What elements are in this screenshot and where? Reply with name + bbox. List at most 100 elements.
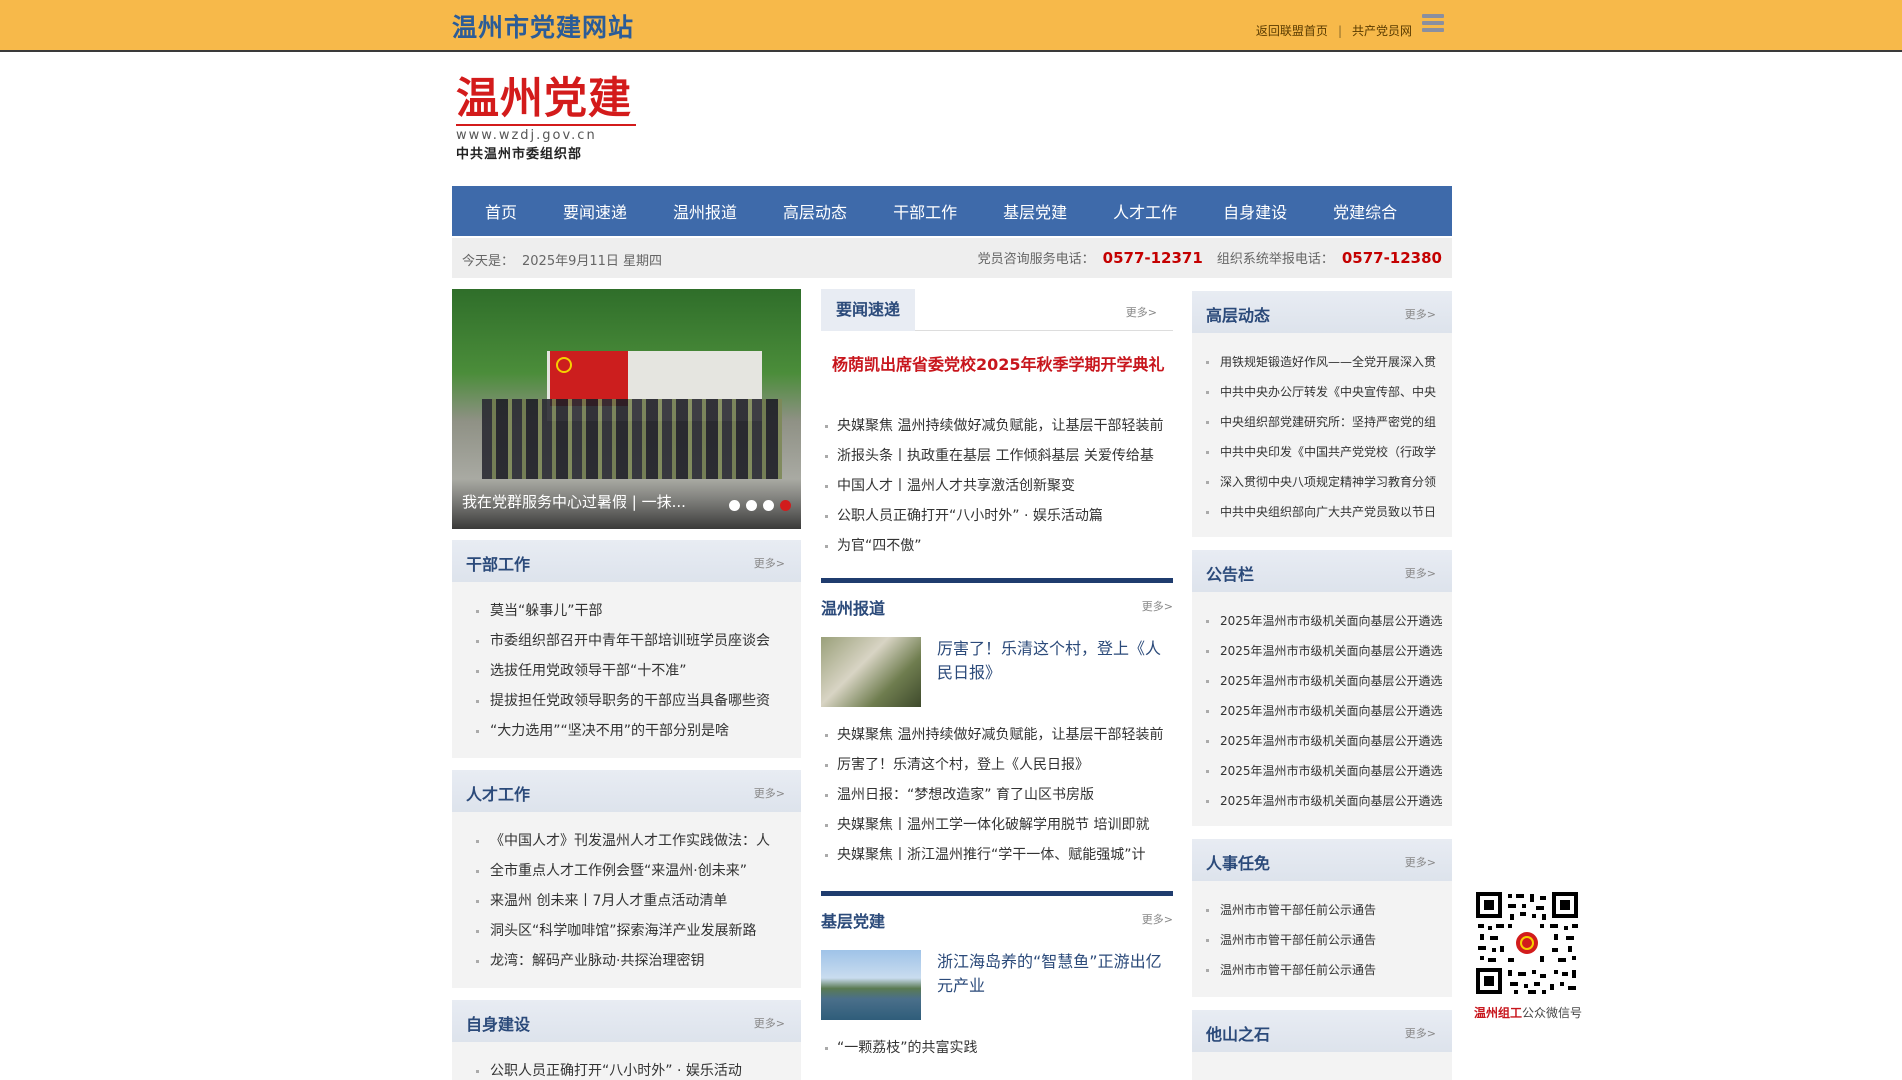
section-title[interactable]: 基层党建: [821, 908, 885, 932]
slider-dot-active[interactable]: [780, 500, 791, 511]
list-item[interactable]: 温州市市管干部任前公示通告: [1204, 895, 1452, 925]
wenzhou-report-feature[interactable]: 厉害了！乐清这个村，登上《人民日报》: [821, 637, 1173, 709]
more-link[interactable]: 更多>: [1405, 1025, 1436, 1041]
nav-item-wenzhou-report[interactable]: 温州报道: [650, 199, 760, 223]
list-item[interactable]: 2025年温州市市级机关面向基层公开遴选: [1204, 696, 1452, 726]
list-item[interactable]: 中央组织部党建研究所：坚持严密党的组: [1204, 407, 1452, 437]
more-link[interactable]: 更多>: [1405, 565, 1436, 581]
slider-dot[interactable]: [746, 500, 757, 511]
wenzhou-report-header: 温州报道 更多>: [821, 578, 1173, 619]
appointments-panel-header: 人事任免 更多>: [1192, 839, 1452, 881]
slider-caption[interactable]: 我在党群服务中心过暑假 | 一抹...: [462, 491, 686, 512]
divider: |: [1337, 23, 1342, 38]
list-item[interactable]: 公职人员正确打开“八小时外” · 娱乐活动篇: [821, 501, 1173, 531]
list-item[interactable]: 中国人才丨温州人才共享激活创新聚变: [821, 471, 1173, 501]
list-item[interactable]: 中共中央办公厅转发《中央宣传部、中央: [1204, 377, 1452, 407]
more-link[interactable]: 更多>: [1405, 854, 1436, 870]
hamburger-menu-icon[interactable]: [1422, 14, 1444, 36]
list-item[interactable]: 2025年温州市市级机关面向基层公开遴选: [1204, 636, 1452, 666]
panel-title[interactable]: 人才工作: [466, 781, 530, 805]
list-item[interactable]: 浙报头条丨执政重在基层 工作倾斜基层 关爱传给基: [821, 441, 1173, 471]
list-item[interactable]: 2025年温州市市级机关面向基层公开遴选: [1204, 726, 1452, 756]
list-item[interactable]: 中共中央组织部向广大共产党员致以节日: [1204, 497, 1452, 527]
qr-caption: 温州组工公众微信号: [1474, 1004, 1582, 1021]
list-item[interactable]: 用铁规矩锻造好作风——全党开展深入贯: [1204, 347, 1452, 377]
today-value: 2025年9月11日 星期四: [522, 254, 663, 269]
panel-title[interactable]: 高层动态: [1206, 302, 1270, 326]
consult-phone: 0577-12371: [1102, 249, 1203, 267]
grassroots-feature[interactable]: 浙江海岛养的“智慧鱼”正游出亿元产业: [821, 950, 1173, 1022]
photo-slider[interactable]: 我在党群服务中心过暑假 | 一抹...: [452, 289, 801, 529]
feature-thumbnail[interactable]: [821, 950, 921, 1020]
nav-item-cadre-work[interactable]: 干部工作: [870, 199, 980, 223]
more-link[interactable]: 更多>: [754, 1015, 785, 1031]
wenzhou-report-list: 央媒聚焦 温州持续做好减负赋能，让基层干部轻装前 厉害了！乐清这个村，登上《人民…: [821, 720, 1173, 870]
list-item[interactable]: 2025年温州市市级机关面向基层公开遴选: [1204, 786, 1452, 816]
list-item[interactable]: 2025年温州市市级机关面向基层公开遴选: [1204, 666, 1452, 696]
list-item[interactable]: 央媒聚焦丨温州工学一体化破解学用脱节 培训即就: [821, 810, 1173, 840]
qr-caption-text: 公众微信号: [1522, 1006, 1583, 1020]
self-building-list: 公职人员正确打开“八小时外” · 娱乐活动: [452, 1042, 801, 1080]
feature-title[interactable]: 浙江海岛养的“智慧鱼”正游出亿元产业: [937, 950, 1173, 998]
more-link[interactable]: 更多>: [1142, 911, 1173, 927]
list-item[interactable]: 厉害了！乐清这个村，登上《人民日报》: [821, 750, 1173, 780]
list-item[interactable]: “一颗荔枝”的共富实践: [821, 1033, 1173, 1063]
nav-item-talent-work[interactable]: 人才工作: [1090, 199, 1200, 223]
more-link[interactable]: 更多>: [754, 555, 785, 571]
list-item[interactable]: 2025年温州市市级机关面向基层公开遴选: [1204, 606, 1452, 636]
feature-thumbnail[interactable]: [821, 637, 921, 707]
nav-item-news[interactable]: 要闻速递: [540, 199, 650, 223]
top-bar: 温州市党建网站 返回联盟首页 | 共产党员网: [0, 0, 1902, 52]
list-item[interactable]: 央媒聚焦 温州持续做好减负赋能，让基层干部轻装前: [821, 411, 1173, 441]
list-item[interactable]: 央媒聚焦 温州持续做好减负赋能，让基层干部轻装前: [821, 720, 1173, 750]
list-item[interactable]: 深入贯彻中央八项规定精神学习教育分领: [1204, 467, 1452, 497]
tab-news[interactable]: 要闻速递: [821, 289, 916, 331]
panel-title[interactable]: 公告栏: [1206, 561, 1254, 585]
list-item[interactable]: 全市重点人才工作例会暨“来温州·创未来”: [474, 856, 801, 886]
headline-link[interactable]: 杨荫凯出席省委党校2025年秋季学期开学典礼: [832, 351, 1165, 375]
nav-item-grassroots[interactable]: 基层党建: [980, 199, 1090, 223]
list-item[interactable]: 2025年温州市市级机关面向基层公开遴选: [1204, 756, 1452, 786]
feature-title[interactable]: 厉害了！乐清这个村，登上《人民日报》: [937, 637, 1173, 685]
list-item[interactable]: 央媒聚焦丨浙江温州推行“学干一体、赋能强城”计: [821, 840, 1173, 870]
nav-item-comprehensive[interactable]: 党建综合: [1310, 199, 1420, 223]
list-item[interactable]: 为官“四不傲”: [821, 531, 1173, 561]
list-item[interactable]: 提拔担任党政领导职务的干部应当具备哪些资: [474, 686, 801, 716]
list-item[interactable]: 洞头区“科学咖啡馆”探索海洋产业发展新路: [474, 916, 801, 946]
link-party-member-site[interactable]: 共产党员网: [1352, 22, 1412, 39]
more-link[interactable]: 更多>: [754, 785, 785, 801]
notice-board-panel-header: 公告栏 更多>: [1192, 550, 1452, 592]
list-item[interactable]: 龙湾：解码产业脉动·共探治理密钥: [474, 946, 801, 976]
report-phone: 0577-12380: [1341, 249, 1442, 267]
qr-brand: 温州组工: [1474, 1006, 1523, 1020]
slider-dot[interactable]: [729, 500, 740, 511]
slider-dot[interactable]: [763, 500, 774, 511]
more-link[interactable]: 更多>: [1142, 598, 1173, 614]
list-item[interactable]: 来温州 创未来丨7月人才重点活动清单: [474, 886, 801, 916]
panel-title[interactable]: 他山之石: [1206, 1021, 1270, 1045]
list-item[interactable]: 选拔任用党政领导干部“十不准”: [474, 656, 801, 686]
list-item[interactable]: 《中国人才》刊发温州人才工作实践做法：人: [474, 826, 801, 856]
list-item[interactable]: 温州日报：“梦想改造家” 育了山区书房版: [821, 780, 1173, 810]
more-link[interactable]: 更多>: [1126, 304, 1157, 320]
nav-item-senior-updates[interactable]: 高层动态: [760, 199, 870, 223]
panel-title[interactable]: 人事任免: [1206, 850, 1270, 874]
list-item[interactable]: “大力选用”“坚决不用”的干部分别是啥: [474, 716, 801, 746]
list-item[interactable]: 公职人员正确打开“八小时外” · 娱乐活动: [474, 1056, 801, 1080]
list-item[interactable]: 市委组织部召开中青年干部培训班学员座谈会: [474, 626, 801, 656]
section-title[interactable]: 温州报道: [821, 595, 885, 619]
logo[interactable]: 温州党建 www.wzdj.gov.cn 中共温州市委组织部: [456, 76, 636, 168]
list-item[interactable]: 莫当“躲事儿”干部: [474, 596, 801, 626]
nav-item-home[interactable]: 首页: [462, 199, 540, 223]
more-link[interactable]: 更多>: [1405, 306, 1436, 322]
self-building-panel-header: 自身建设 更多>: [452, 1000, 801, 1042]
list-item[interactable]: 中共中央印发《中国共产党党校（行政学: [1204, 437, 1452, 467]
site-name[interactable]: 温州市党建网站: [452, 8, 634, 44]
link-alliance-home[interactable]: 返回联盟首页: [1256, 22, 1328, 39]
news-list: 央媒聚焦 温州持续做好减负赋能，让基层干部轻装前 浙报头条丨执政重在基层 工作倾…: [821, 411, 1173, 561]
list-item[interactable]: 温州市市管干部任前公示通告: [1204, 955, 1452, 985]
panel-title[interactable]: 干部工作: [466, 551, 530, 575]
list-item[interactable]: 温州市市管干部任前公示通告: [1204, 925, 1452, 955]
nav-item-self-building[interactable]: 自身建设: [1200, 199, 1310, 223]
panel-title[interactable]: 自身建设: [466, 1011, 530, 1035]
